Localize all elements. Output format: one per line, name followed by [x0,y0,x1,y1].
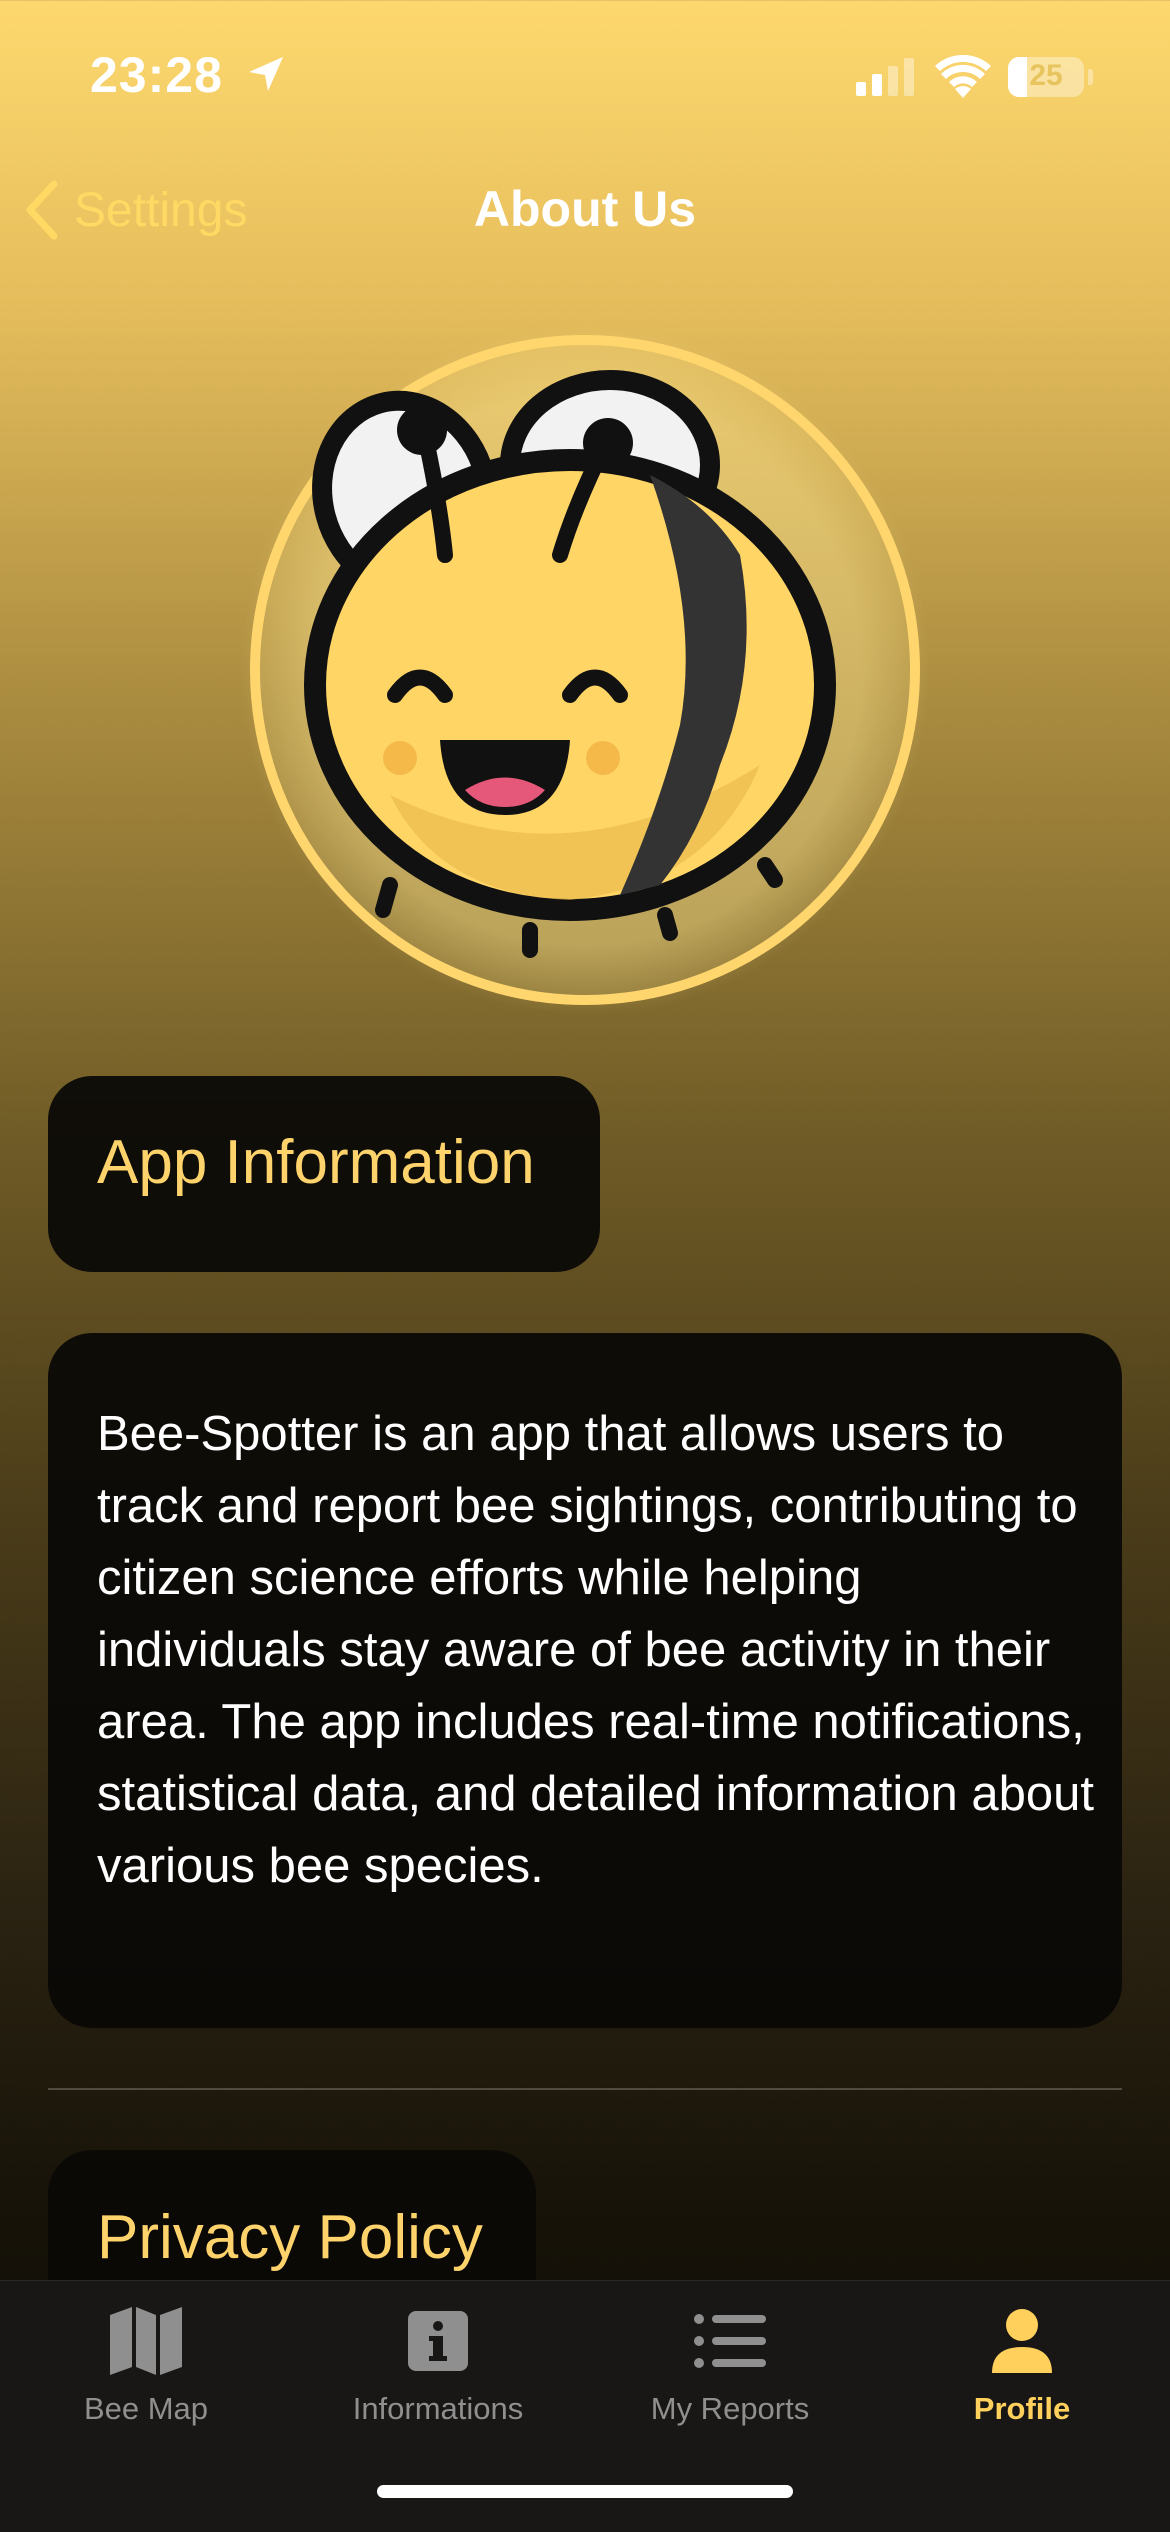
cellular-signal-icon [856,58,914,96]
info-icon [408,2311,468,2371]
person-icon [992,2309,1052,2373]
tab-label-my-reports: My Reports [650,2391,810,2426]
app-description-card: Bee-Spotter is an app that allows users … [48,1333,1122,2028]
tab-label-bee-map: Bee Map [83,2391,209,2426]
tab-informations[interactable]: Informations [292,2305,584,2455]
map-icon [110,2307,182,2375]
privacy-policy-title: Privacy Policy [97,2203,483,2272]
battery-level: 25 [1029,59,1063,92]
list-icon [694,2314,766,2368]
home-indicator[interactable] [377,2485,793,2498]
location-arrow-icon [249,57,283,91]
app-description-text: Bee-Spotter is an app that allows users … [97,1407,1094,1893]
navigation-bar: Settings About Us [0,160,1170,260]
status-time: 23:28 [90,47,223,103]
battery-indicator: 25 [1008,57,1084,97]
app-information-title: App Information [97,1128,535,1197]
tab-profile[interactable]: Profile [876,2305,1168,2455]
section-divider [48,2088,1122,2090]
status-bar: 23:28 25 [0,0,1170,150]
page-title: About Us [473,181,697,237]
wifi-icon [935,54,991,98]
bee-mascot-logo [240,325,930,1015]
battery-cap [1088,69,1093,85]
tab-my-reports[interactable]: My Reports [584,2305,876,2455]
app-information-header: App Information [48,1076,600,1272]
tab-label-informations: Informations [352,2391,524,2426]
tab-bee-map[interactable]: Bee Map [0,2305,292,2455]
tab-label-profile: Profile [973,2391,1071,2426]
